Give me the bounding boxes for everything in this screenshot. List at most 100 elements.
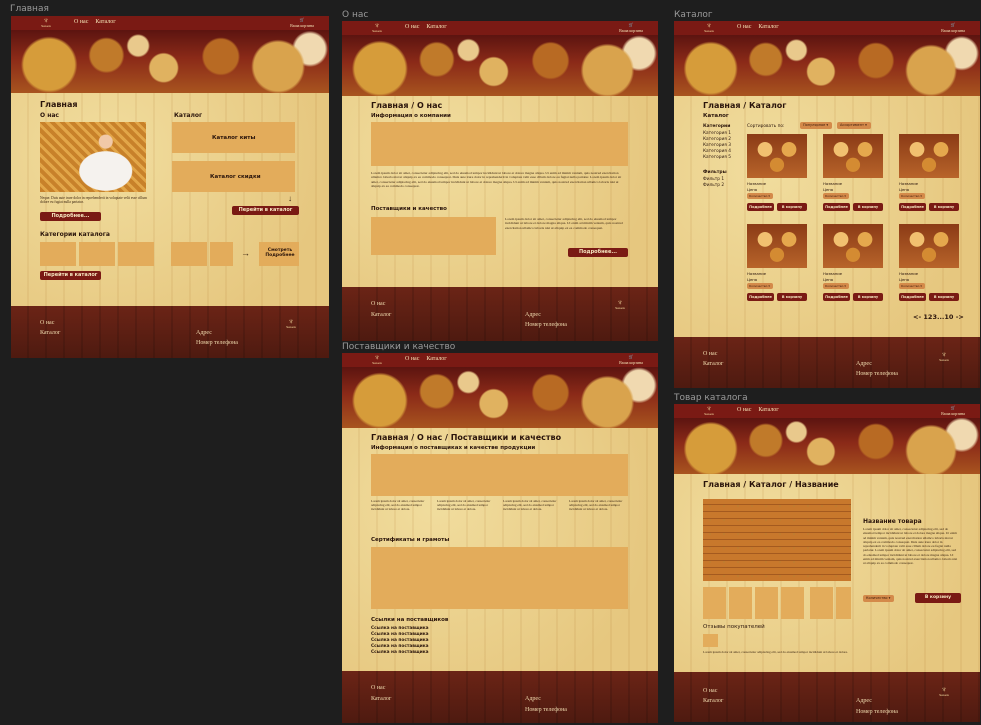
quantity-select[interactable]: Количество ▾: [823, 193, 849, 199]
footer-catalog[interactable]: Каталог: [703, 698, 723, 704]
category-link[interactable]: Категория 4: [703, 149, 731, 154]
footer-logo-icon[interactable]: ♆ Sweets: [283, 318, 299, 330]
nav-catalog[interactable]: Каталог: [426, 24, 446, 30]
quantity-select[interactable]: Количество ▾: [899, 193, 925, 199]
product-thumbnail[interactable]: [703, 587, 726, 619]
footer-about[interactable]: О нас: [703, 688, 717, 694]
quantity-select[interactable]: Количество ▾: [863, 595, 894, 602]
footer-catalog[interactable]: Каталог: [371, 696, 391, 702]
footer-about[interactable]: О нас: [703, 351, 717, 357]
product-thumbnail[interactable]: [755, 587, 778, 619]
category-link[interactable]: Категория 2: [703, 137, 731, 142]
basket-icon[interactable]: 🛒 Ваша корзина: [616, 22, 646, 34]
suppliers-more-button[interactable]: Подробнее...: [568, 248, 628, 257]
category-link[interactable]: Категория 5: [703, 155, 731, 160]
add-to-cart-button[interactable]: В корзину: [929, 293, 959, 301]
add-to-cart-button[interactable]: В корзину: [929, 203, 959, 211]
about-more-button[interactable]: Подробнее...: [40, 212, 101, 221]
product-thumbnail[interactable]: [836, 587, 851, 619]
certificates-heading: Сертификаты и грамоты: [371, 537, 450, 543]
product-thumbnail[interactable]: [729, 587, 752, 619]
footer-catalog[interactable]: Каталог: [40, 330, 60, 336]
supplier-link[interactable]: Ссылка на поставщика: [371, 632, 429, 637]
nav-about[interactable]: О нас: [74, 19, 88, 25]
category-link[interactable]: Категория 1: [703, 131, 731, 136]
product-more-button[interactable]: Подробнее: [747, 203, 774, 211]
product-thumbnail[interactable]: [810, 587, 833, 619]
product-image[interactable]: [899, 134, 959, 178]
footer-catalog[interactable]: Каталог: [371, 312, 391, 318]
category-card[interactable]: [118, 242, 154, 266]
footer-logo-icon[interactable]: ♆ Sweets: [936, 351, 952, 363]
quantity-select[interactable]: Количество ▾: [747, 193, 773, 199]
product-more-button[interactable]: Подробнее: [899, 293, 926, 301]
add-to-cart-button[interactable]: В корзину: [777, 293, 807, 301]
product-image[interactable]: [823, 224, 883, 268]
logo-icon[interactable]: ♆ Sweets: [370, 354, 384, 366]
supplier-link[interactable]: Ссылка на поставщика: [371, 644, 429, 649]
sort-select-assortment[interactable]: Ассортимент ▾: [837, 122, 871, 129]
catalog-sale-card[interactable]: Каталог скидки: [172, 161, 295, 192]
product-image[interactable]: [747, 134, 807, 178]
footer-about[interactable]: О нас: [40, 320, 54, 326]
nav-catalog[interactable]: Каталог: [758, 407, 778, 413]
category-card[interactable]: [40, 242, 76, 266]
logo-icon[interactable]: ♆ Sweets: [370, 22, 384, 34]
footer-about[interactable]: О нас: [371, 301, 385, 307]
product-thumbnail[interactable]: [781, 587, 804, 619]
nav-about[interactable]: О нас: [405, 356, 419, 362]
logo-icon[interactable]: ♆ Sweets: [702, 405, 716, 417]
category-card[interactable]: [171, 242, 207, 266]
basket-icon[interactable]: 🛒 Ваша корзина: [938, 22, 968, 34]
supplier-link[interactable]: Ссылка на поставщика: [371, 650, 429, 655]
category-card[interactable]: [79, 242, 115, 266]
basket-icon[interactable]: 🛒 Ваша корзина: [287, 17, 317, 29]
pagination[interactable]: <- 123...10 ->: [913, 313, 964, 321]
product-image[interactable]: [823, 134, 883, 178]
add-to-cart-button[interactable]: В корзину: [915, 593, 961, 603]
see-more-card[interactable]: Смотреть Подробнее: [259, 242, 299, 266]
product-more-button[interactable]: Подробнее: [823, 203, 850, 211]
add-to-cart-button[interactable]: В корзину: [853, 203, 883, 211]
product-more-button[interactable]: Подробнее: [899, 203, 926, 211]
logo-icon[interactable]: ♆ Sweets: [702, 22, 716, 34]
filter-link[interactable]: Фильтр 2: [703, 183, 724, 188]
basket-icon[interactable]: 🛒 Ваша корзина: [938, 405, 968, 417]
sort-select-popular[interactable]: Популярное ▾: [800, 122, 832, 129]
product-image[interactable]: [747, 224, 807, 268]
footer-logo-icon[interactable]: ♆ Sweets: [612, 299, 628, 311]
see-more-label: Смотреть Подробнее: [265, 248, 295, 258]
catalog-kits-card[interactable]: Каталог киты: [172, 122, 295, 153]
category-link[interactable]: Категория 3: [703, 143, 731, 148]
footer-about[interactable]: О нас: [371, 685, 385, 691]
arrow-down-icon[interactable]: ↓: [288, 194, 292, 204]
quantity-select[interactable]: Количество ▾: [823, 283, 849, 289]
product-image[interactable]: [899, 224, 959, 268]
nav-catalog[interactable]: Каталог: [758, 24, 778, 30]
filter-link[interactable]: Фильтр 1: [703, 177, 724, 182]
product-more-button[interactable]: Подробнее: [823, 293, 850, 301]
nav-catalog[interactable]: Каталог: [95, 19, 115, 25]
add-to-cart-button[interactable]: В корзину: [777, 203, 807, 211]
frame-home: ♆ Sweets О нас Каталог 🛒 Ваша корзина Главн…: [11, 16, 329, 358]
categories-heading: Категории: [703, 124, 731, 129]
arrow-right-icon[interactable]: →: [241, 248, 250, 259]
quantity-select[interactable]: Количество ▾: [899, 283, 925, 289]
quantity-select[interactable]: Количество ▾: [747, 283, 773, 289]
footer-address: Адрес: [856, 698, 872, 704]
add-to-cart-button[interactable]: В корзину: [853, 293, 883, 301]
nav-about[interactable]: О нас: [737, 24, 751, 30]
goto-catalog-button-2[interactable]: Перейти в каталог: [40, 271, 101, 280]
product-more-button[interactable]: Подробнее: [747, 293, 774, 301]
nav-about[interactable]: О нас: [405, 24, 419, 30]
basket-icon[interactable]: 🛒 Ваша корзина: [616, 354, 646, 366]
logo-icon[interactable]: ♆ Sweets: [39, 17, 53, 29]
footer-logo-icon[interactable]: ♆ Sweets: [936, 686, 952, 698]
footer-catalog[interactable]: Каталог: [703, 361, 723, 367]
category-card[interactable]: [210, 242, 233, 266]
nav-catalog[interactable]: Каталог: [426, 356, 446, 362]
goto-catalog-button[interactable]: Перейти в каталог: [232, 206, 299, 215]
supplier-link[interactable]: Ссылка на поставщика: [371, 626, 429, 631]
nav-about[interactable]: О нас: [737, 407, 751, 413]
supplier-link[interactable]: Ссылка на поставщика: [371, 638, 429, 643]
